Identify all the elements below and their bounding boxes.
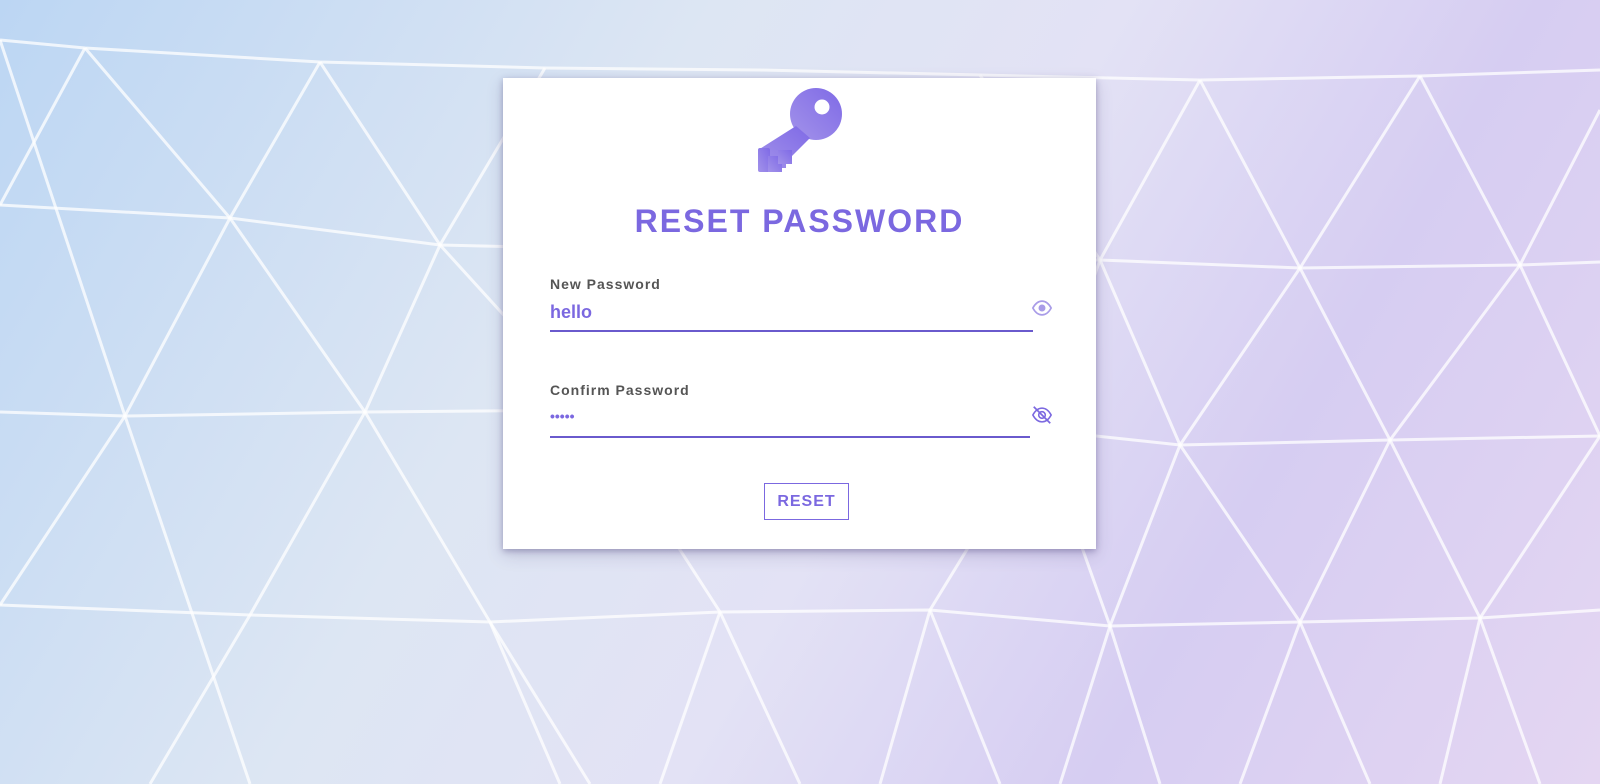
new-password-underline (550, 330, 1033, 332)
reset-button[interactable]: RESET (764, 483, 849, 520)
confirm-password-label: Confirm Password (550, 382, 690, 398)
confirm-password-input[interactable]: ••••• (550, 408, 1028, 432)
reset-password-card: RESET PASSWORD New Password hello Confir… (503, 78, 1096, 549)
eye-icon[interactable] (1031, 297, 1053, 319)
eye-slash-icon[interactable] (1031, 404, 1053, 426)
new-password-field: New Password hello (550, 276, 1053, 336)
key-icon (758, 88, 842, 172)
new-password-label: New Password (550, 276, 661, 292)
confirm-password-underline (550, 436, 1030, 438)
confirm-password-field: Confirm Password ••••• (550, 382, 1053, 442)
page-title: RESET PASSWORD (634, 203, 965, 239)
new-password-input[interactable]: hello (550, 302, 1030, 326)
